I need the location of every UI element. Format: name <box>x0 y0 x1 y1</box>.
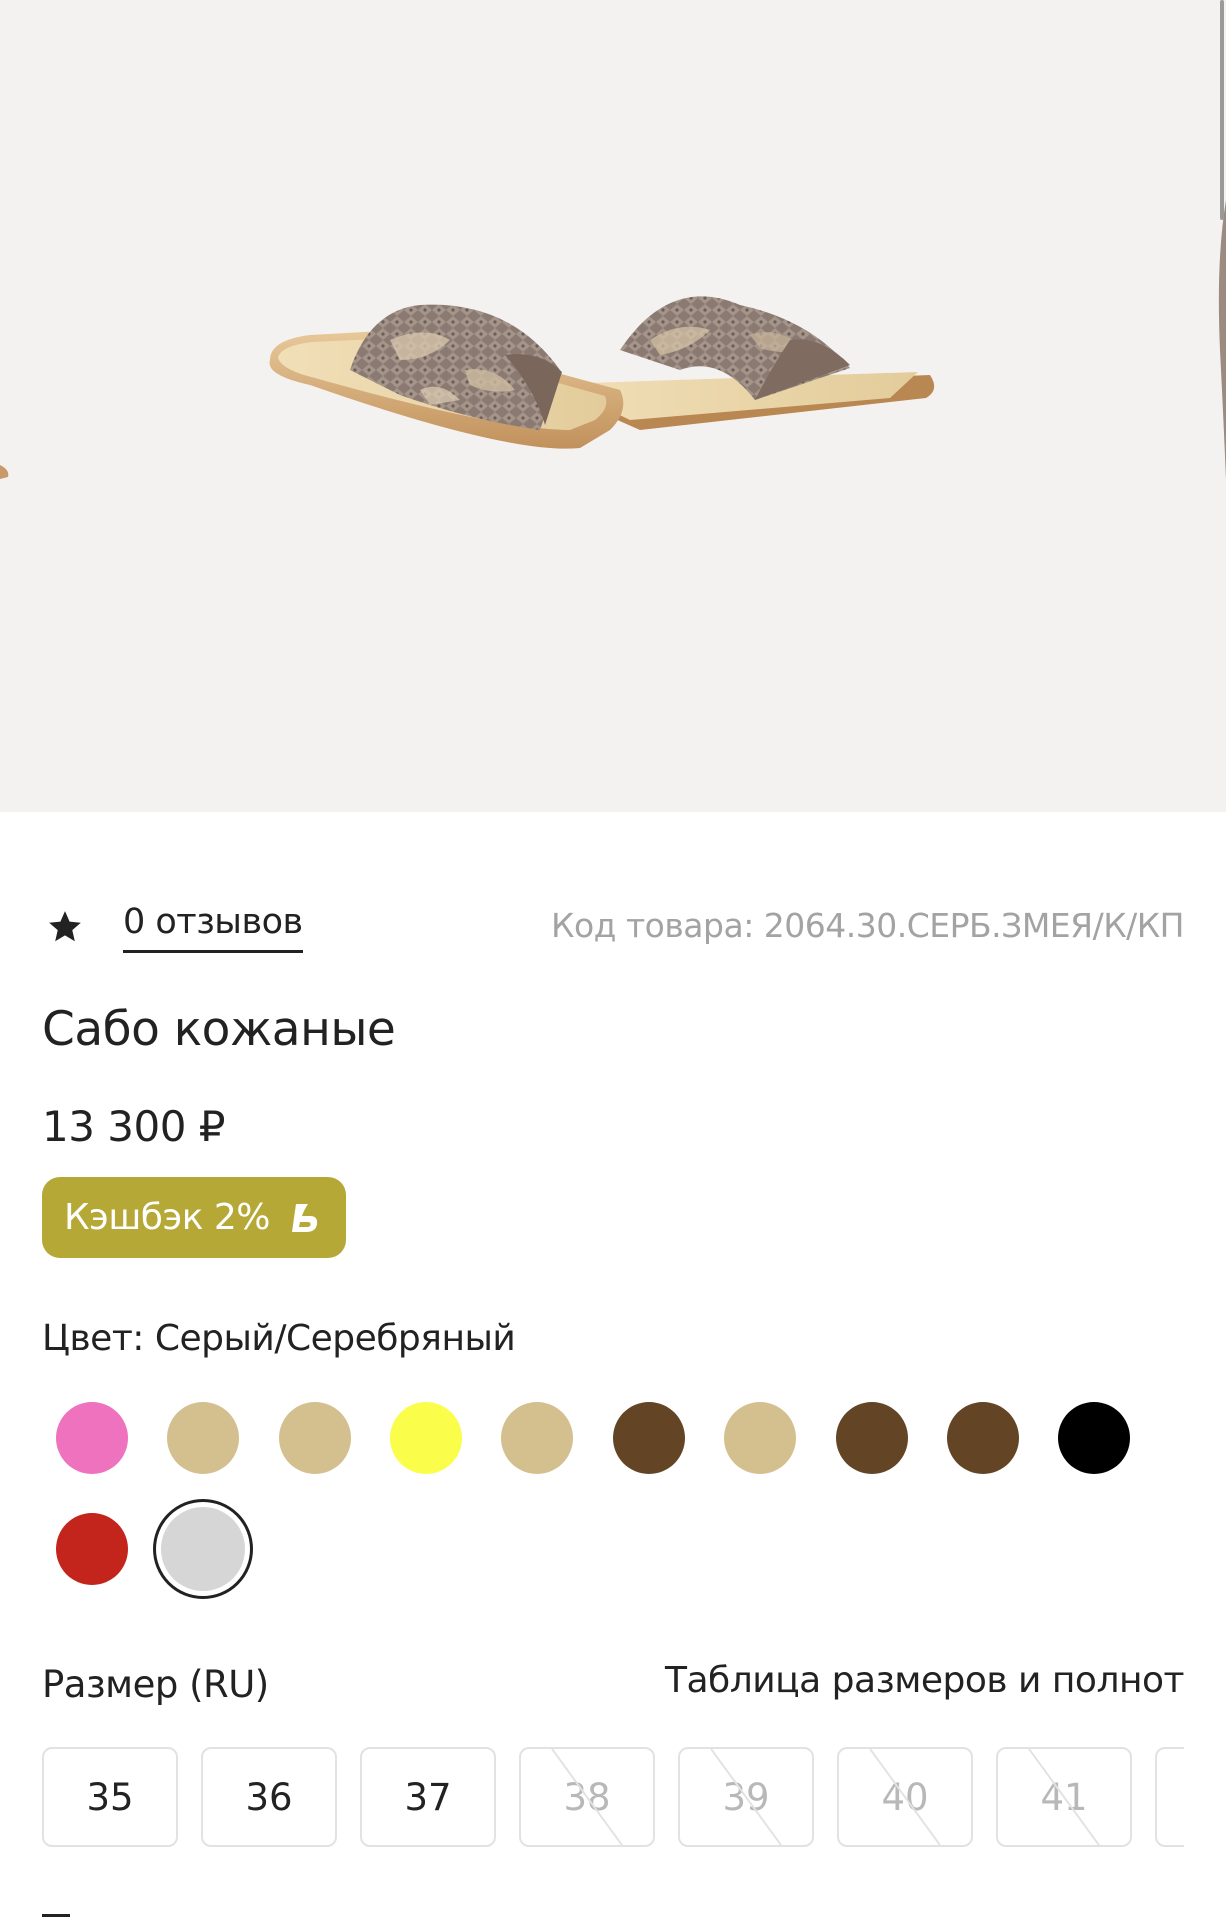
size-option-label: 35 <box>86 1775 134 1819</box>
size-option-label: 36 <box>245 1775 293 1819</box>
reviews-row: 0 отзывов Код товара: 2064.30.СЕРБ.ЗМЕЯ/… <box>42 902 1184 953</box>
size-option-unavailable[interactable]: 39 <box>678 1747 814 1847</box>
reviews-link[interactable]: 0 отзывов <box>123 902 303 953</box>
color-swatch[interactable] <box>56 1402 128 1474</box>
color-label: Цвет: Серый/Серебряный <box>42 1318 516 1359</box>
color-swatch[interactable] <box>56 1513 128 1585</box>
cashback-label: Кэшбэк 2% <box>64 1197 271 1238</box>
color-swatch[interactable] <box>836 1402 908 1474</box>
color-swatch[interactable] <box>501 1402 573 1474</box>
product-price: 13 300 ₽ <box>42 1102 226 1151</box>
size-option-unavailable[interactable]: 40 <box>837 1747 973 1847</box>
size-option-unavailable[interactable]: 38 <box>519 1747 655 1847</box>
product-photo <box>269 296 935 449</box>
next-photo-peek[interactable] <box>1214 200 1226 480</box>
color-swatch[interactable] <box>613 1402 685 1474</box>
product-sku: Код товара: 2064.30.СЕРБ.ЗМЕЯ/К/КП <box>551 906 1184 945</box>
color-swatch[interactable] <box>390 1402 462 1474</box>
color-swatch[interactable] <box>279 1402 351 1474</box>
size-option-partial[interactable] <box>1155 1747 1184 1847</box>
size-option[interactable]: 36 <box>201 1747 337 1847</box>
size-option[interactable]: 37 <box>360 1747 496 1847</box>
product-title: Сабо кожаные <box>42 1002 396 1057</box>
color-swatch-selected[interactable] <box>153 1499 253 1599</box>
size-label: Размер (RU) <box>42 1663 269 1706</box>
unavailable-strike-icon <box>1028 1749 1100 1845</box>
cashback-logo-icon <box>292 1203 318 1232</box>
selected-swatch-fill <box>161 1507 245 1591</box>
scrollbar[interactable] <box>1220 0 1224 220</box>
unavailable-strike-icon <box>869 1749 941 1845</box>
unavailable-strike-icon <box>551 1749 623 1845</box>
size-selector: 35 36 37 38 39 40 41 <box>42 1747 1184 1849</box>
unavailable-strike-icon <box>710 1749 782 1845</box>
product-gallery[interactable] <box>0 0 1226 812</box>
size-option[interactable]: 35 <box>42 1747 178 1847</box>
size-option-unavailable[interactable]: 41 <box>996 1747 1132 1847</box>
star-icon <box>49 911 81 942</box>
color-swatch[interactable] <box>724 1402 796 1474</box>
color-swatch[interactable] <box>167 1402 239 1474</box>
color-swatch[interactable] <box>947 1402 1019 1474</box>
size-table-link[interactable]: Таблица размеров и полнот <box>665 1658 1185 1704</box>
previous-photo-peek[interactable] <box>0 455 14 485</box>
color-swatch[interactable] <box>1058 1402 1130 1474</box>
size-option-label: 37 <box>404 1775 452 1819</box>
cashback-badge[interactable]: Кэшбэк 2% <box>42 1177 346 1258</box>
cut-off-text <box>42 1914 70 1917</box>
